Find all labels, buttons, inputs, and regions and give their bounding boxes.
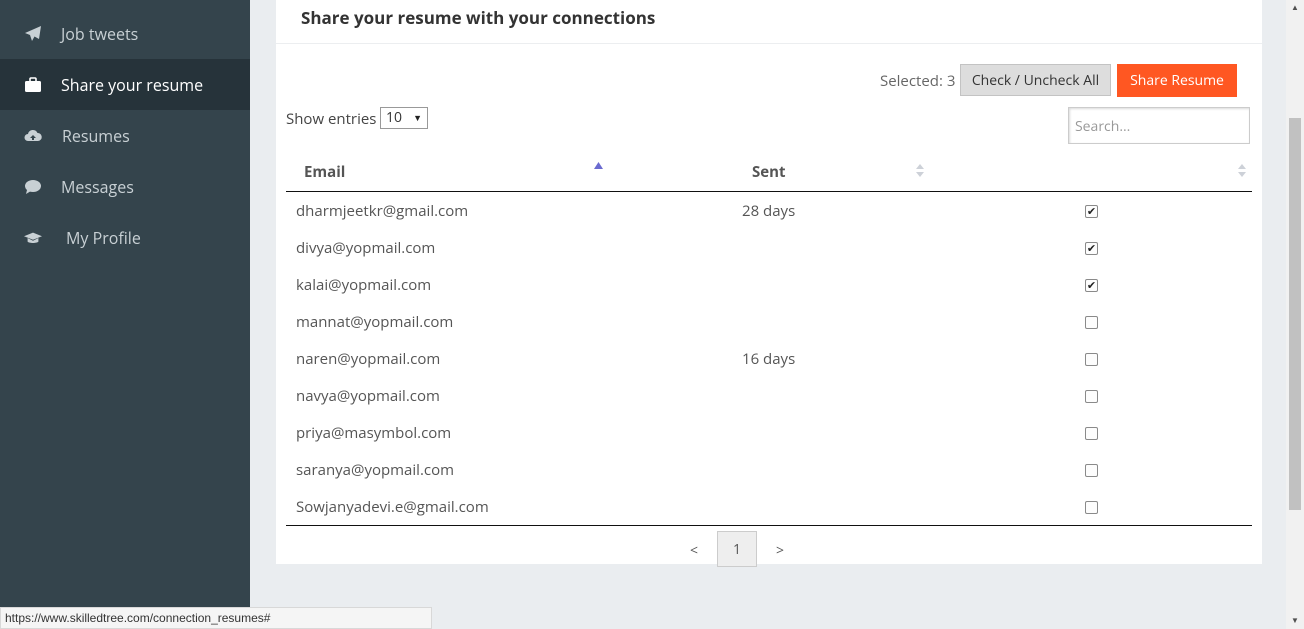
email-cell: priya@masymbol.com: [296, 423, 452, 443]
table-row: saranya@yopmail.com: [286, 451, 1252, 488]
sidebar: Job tweets Share your resume Resumes Mes…: [0, 0, 250, 629]
scroll-up-arrow-icon[interactable]: ▲: [1291, 2, 1299, 13]
column-header-sent[interactable]: Sent: [752, 162, 786, 182]
paper-plane-icon: [25, 26, 41, 41]
row-checkbox[interactable]: [1085, 427, 1098, 440]
sent-cell: 16 days: [742, 349, 796, 369]
divider: [276, 43, 1262, 44]
pagination-next[interactable]: >: [776, 541, 784, 560]
email-cell: dharmjeetkr@gmail.com: [296, 201, 469, 221]
scroll-down-arrow-icon[interactable]: ▼: [1291, 615, 1299, 626]
row-checkbox[interactable]: ✔: [1085, 205, 1098, 218]
search-input[interactable]: Search...: [1068, 107, 1250, 144]
chat-bubble-icon: [25, 180, 41, 194]
table-row: divya@yopmail.com ✔: [286, 229, 1252, 266]
row-checkbox[interactable]: [1085, 353, 1098, 366]
sent-cell: 28 days: [742, 201, 796, 221]
table-row: naren@yopmail.com 16 days: [286, 340, 1252, 377]
sidebar-item-resumes[interactable]: Resumes: [0, 110, 250, 161]
email-cell: kalai@yopmail.com: [296, 275, 432, 295]
sidebar-item-label: Share your resume: [61, 74, 204, 96]
sidebar-item-label: Resumes: [62, 125, 130, 147]
sort-both-icon[interactable]: [916, 164, 924, 178]
sidebar-item-label: My Profile: [66, 227, 141, 249]
table-row: mannat@yopmail.com: [286, 303, 1252, 340]
table-row: Sowjanyadevi.e@gmail.com: [286, 488, 1252, 525]
row-checkbox[interactable]: ✔: [1085, 242, 1098, 255]
page-title: Share your resume with your connections: [301, 6, 656, 29]
table-row: navya@yopmail.com: [286, 377, 1252, 414]
pagination-page-1[interactable]: 1: [717, 531, 757, 567]
email-cell: divya@yopmail.com: [296, 238, 436, 258]
email-cell: naren@yopmail.com: [296, 349, 441, 369]
row-checkbox[interactable]: ✔: [1085, 279, 1098, 292]
row-checkbox[interactable]: [1085, 501, 1098, 514]
sidebar-item-job-tweets[interactable]: Job tweets: [0, 8, 250, 59]
email-cell: Sowjanyadevi.e@gmail.com: [296, 497, 489, 517]
row-checkbox[interactable]: [1085, 464, 1098, 477]
selected-count: Selected: 3: [880, 71, 956, 91]
dropdown-arrow-icon: ▼: [413, 111, 422, 124]
pagination-prev[interactable]: <: [690, 541, 698, 560]
sidebar-item-my-profile[interactable]: My Profile: [0, 212, 250, 263]
sidebar-item-messages[interactable]: Messages: [0, 161, 250, 212]
sort-both-icon[interactable]: [1238, 164, 1246, 178]
email-cell: mannat@yopmail.com: [296, 312, 454, 332]
browser-status-bar: https://www.skilledtree.com/connection_r…: [0, 607, 432, 629]
divider: [286, 525, 1252, 526]
sort-asc-icon[interactable]: [594, 162, 603, 170]
share-resume-panel: Share your resume with your connections …: [276, 0, 1262, 567]
show-entries-label: Show entries: [286, 109, 377, 129]
scrollbar[interactable]: ▲ ▼: [1286, 0, 1304, 629]
sidebar-item-share-resume[interactable]: Share your resume: [0, 59, 250, 110]
check-uncheck-all-button[interactable]: Check / Uncheck All: [960, 64, 1111, 96]
entries-select[interactable]: 10 ▼: [380, 107, 428, 129]
email-cell: navya@yopmail.com: [296, 386, 440, 406]
row-checkbox[interactable]: [1085, 316, 1098, 329]
share-resume-button[interactable]: Share Resume: [1117, 64, 1237, 97]
email-cell: saranya@yopmail.com: [296, 460, 454, 480]
table-row: kalai@yopmail.com ✔: [286, 266, 1252, 303]
briefcase-icon: [25, 77, 41, 92]
graduation-cap-icon: [24, 232, 42, 243]
cloud-upload-icon: [24, 129, 42, 141]
scrollbar-thumb[interactable]: [1289, 118, 1301, 510]
row-checkbox[interactable]: [1085, 390, 1098, 403]
column-header-email[interactable]: Email: [304, 162, 345, 182]
table-row: dharmjeetkr@gmail.com 28 days ✔: [286, 192, 1252, 229]
table-row: priya@masymbol.com: [286, 414, 1252, 451]
sidebar-item-label: Messages: [61, 176, 134, 198]
entries-select-value: 10: [386, 108, 403, 127]
table-header: Email Sent: [286, 150, 1252, 192]
sidebar-item-label: Job tweets: [61, 23, 139, 45]
